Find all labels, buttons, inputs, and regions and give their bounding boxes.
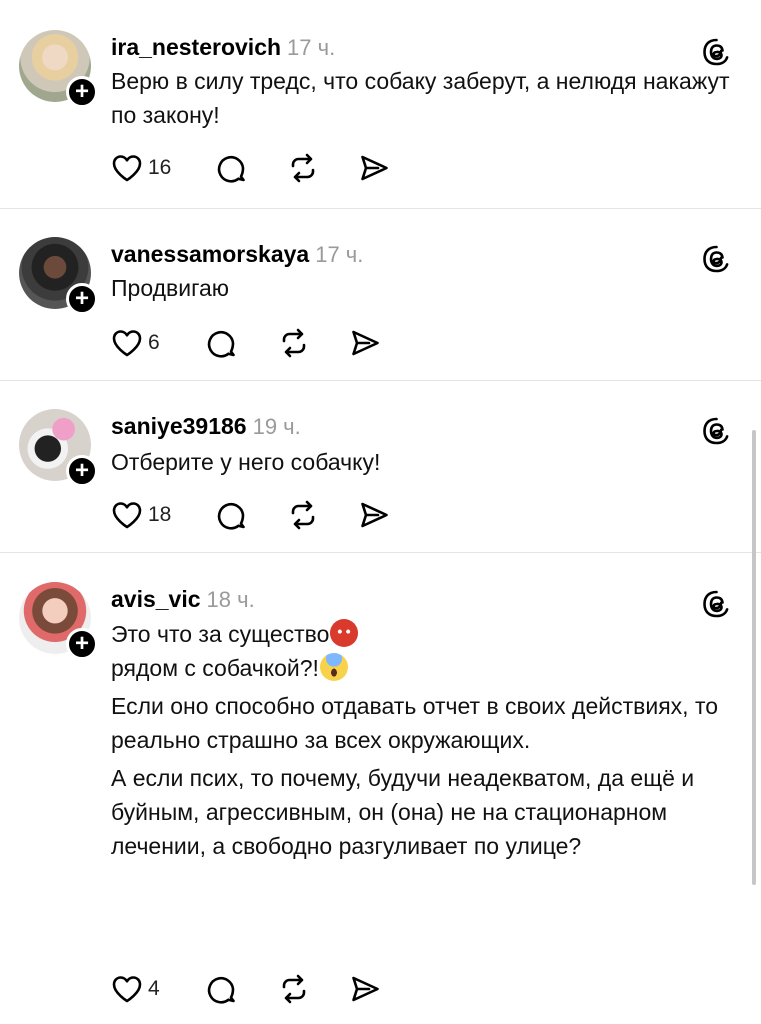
username[interactable]: vanessamorskaya bbox=[111, 241, 309, 267]
like-count: 16 bbox=[148, 156, 172, 179]
heart-icon bbox=[112, 330, 142, 357]
send-icon bbox=[352, 976, 379, 1002]
send-icon bbox=[361, 502, 388, 528]
screaming-face-emoji bbox=[319, 653, 348, 681]
username[interactable]: avis_vic bbox=[111, 586, 201, 612]
threads-logo-icon[interactable] bbox=[700, 415, 732, 447]
repost-icon bbox=[291, 153, 315, 183]
reply-button[interactable] bbox=[215, 497, 247, 533]
username[interactable]: saniye39186 bbox=[111, 413, 247, 439]
comment-bubble-icon bbox=[207, 976, 235, 1004]
heart-icon bbox=[112, 155, 142, 182]
action-bar: 18 bbox=[111, 497, 431, 533]
paragraph: Продвигаю bbox=[111, 275, 230, 301]
paragraph: Это что за существо bbox=[111, 617, 731, 651]
scrollbar[interactable] bbox=[752, 430, 756, 885]
post-text: Верю в силу тредс, что собаку заберут, а… bbox=[111, 64, 731, 132]
paragraph: А если псих, то почему, будучи неадекват… bbox=[111, 765, 695, 859]
follow-button[interactable]: + bbox=[66, 628, 98, 660]
repost-icon bbox=[291, 500, 315, 530]
like-count: 6 bbox=[148, 331, 160, 354]
comment-bubble-icon bbox=[217, 155, 245, 183]
reply-button[interactable] bbox=[205, 971, 237, 1007]
repost-button[interactable] bbox=[277, 971, 311, 1007]
threads-logo-icon[interactable] bbox=[700, 588, 732, 620]
heart-icon bbox=[112, 502, 142, 529]
post-meta: saniye39186 19 ч. bbox=[111, 413, 301, 440]
heart-icon bbox=[112, 976, 142, 1003]
post-meta: ira_nesterovich 17 ч. bbox=[111, 34, 335, 61]
comment-bubble-icon bbox=[217, 502, 245, 530]
divider bbox=[0, 208, 761, 209]
repost-button[interactable] bbox=[277, 325, 311, 361]
action-bar: 16 bbox=[111, 150, 431, 186]
devil-face-emoji bbox=[330, 619, 359, 647]
divider bbox=[0, 380, 761, 381]
share-button[interactable] bbox=[349, 325, 381, 361]
like-button[interactable]: 6 bbox=[111, 325, 160, 361]
action-bar: 6 bbox=[111, 325, 431, 361]
post-text: Продвигаю bbox=[111, 271, 731, 305]
repost-icon bbox=[282, 974, 306, 1004]
send-icon bbox=[361, 155, 388, 181]
timestamp: 19 ч. bbox=[252, 414, 301, 439]
line-text: Это что за существо bbox=[111, 621, 330, 647]
timestamp: 17 ч. bbox=[315, 242, 364, 267]
share-button[interactable] bbox=[358, 497, 390, 533]
like-button[interactable]: 16 bbox=[111, 150, 171, 186]
share-button[interactable] bbox=[358, 150, 390, 186]
reply-button[interactable] bbox=[215, 150, 247, 186]
like-count: 18 bbox=[148, 503, 172, 526]
like-count: 4 bbox=[148, 977, 160, 1000]
share-button[interactable] bbox=[349, 971, 381, 1007]
paragraph: Верю в силу тредс, что собаку заберут, а… bbox=[111, 68, 730, 128]
line-text: рядом с собачкой?! bbox=[111, 655, 319, 681]
follow-button[interactable]: + bbox=[66, 283, 98, 315]
post-meta: vanessamorskaya 17 ч. bbox=[111, 241, 363, 268]
send-icon bbox=[352, 330, 379, 356]
like-button[interactable]: 4 bbox=[111, 971, 160, 1007]
like-button[interactable]: 18 bbox=[111, 497, 171, 533]
username[interactable]: ira_nesterovich bbox=[111, 34, 281, 60]
repost-button[interactable] bbox=[286, 497, 320, 533]
follow-button[interactable]: + bbox=[66, 455, 98, 487]
repost-icon bbox=[282, 328, 306, 358]
comment-bubble-icon bbox=[207, 330, 235, 358]
reply-button[interactable] bbox=[205, 325, 237, 361]
action-bar: 4 bbox=[111, 971, 431, 1007]
divider bbox=[0, 552, 761, 553]
paragraph: Если оно способно отдавать отчет в своих… bbox=[111, 693, 719, 753]
paragraph: Отберите у него собачку! bbox=[111, 449, 381, 475]
post-text: Это что за существо рядом с собачкой?! Е… bbox=[111, 617, 731, 863]
timestamp: 17 ч. bbox=[287, 35, 336, 60]
timestamp: 18 ч. bbox=[206, 587, 255, 612]
follow-button[interactable]: + bbox=[66, 76, 98, 108]
post-text: Отберите у него собачку! bbox=[111, 445, 731, 479]
repost-button[interactable] bbox=[286, 150, 320, 186]
post-meta: avis_vic 18 ч. bbox=[111, 586, 255, 613]
paragraph: рядом с собачкой?! bbox=[111, 651, 731, 685]
